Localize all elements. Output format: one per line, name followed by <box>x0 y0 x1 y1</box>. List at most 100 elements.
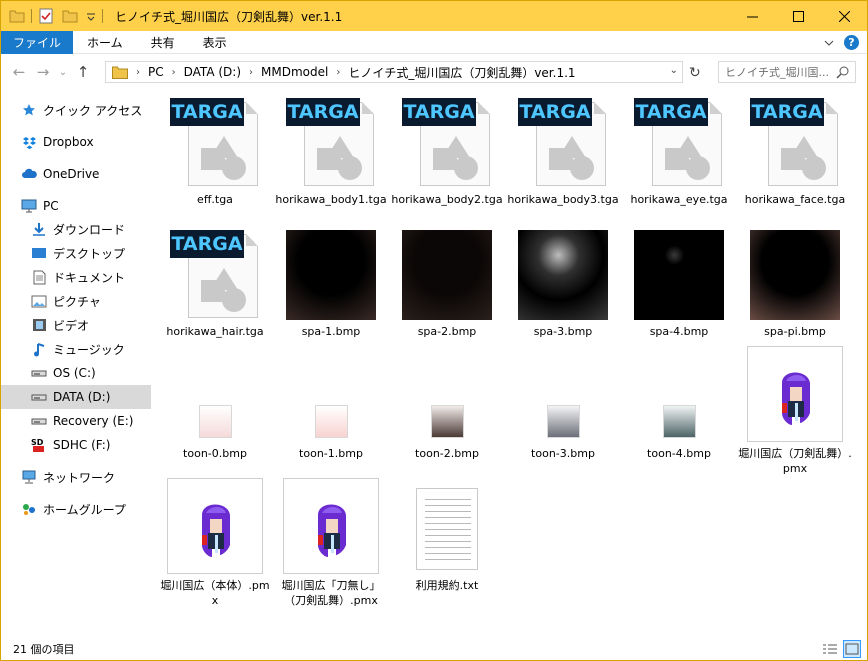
breadcrumb-separator: › <box>171 66 176 78</box>
item-count: 21 個の項目 <box>13 643 75 656</box>
refresh-icon[interactable]: ↻ <box>689 65 701 81</box>
file-item[interactable]: 堀川国広（刀剣乱舞）.pmx <box>738 346 852 476</box>
sidebar-item-8[interactable]: ビデオ <box>1 313 151 337</box>
file-item[interactable]: spa-3.bmp <box>506 230 620 339</box>
search-icon[interactable] <box>836 65 850 79</box>
download-icon <box>31 221 47 237</box>
sidebar-item-14[interactable]: ネットワーク <box>1 465 151 489</box>
maximize-button[interactable] <box>775 1 821 31</box>
sphere-map-thumbnail <box>286 230 376 320</box>
title-bar: ヒノイチ式_堀川国広（刀剣乱舞）ver.1.1 <box>1 1 867 31</box>
file-name: horikawa_face.tga <box>744 193 846 206</box>
file-item[interactable]: spa-2.bmp <box>390 230 504 339</box>
targa-file-icon: TARGA <box>634 98 724 188</box>
help-icon[interactable]: ? <box>844 35 859 50</box>
sphere-image <box>402 230 492 320</box>
tab-file[interactable]: ファイル <box>1 30 74 54</box>
sidebar-item-label: OneDrive <box>43 167 100 181</box>
sidebar-item-12[interactable]: Recovery (E:) <box>1 409 151 433</box>
large-icons-view-icon <box>845 643 859 655</box>
forward-icon[interactable]: → <box>31 63 55 81</box>
file-item[interactable]: 堀川国広「刀無し」（刀剣乱舞）.pmx <box>274 478 388 608</box>
file-item[interactable]: TARGA eff.tga <box>158 98 272 207</box>
toon-texture-thumbnail <box>546 346 580 442</box>
breadcrumb-separator: › <box>336 66 341 78</box>
sidebar-item-label: ダウンロード <box>53 222 126 237</box>
search-input[interactable]: ヒノイチ式_堀川国... <box>718 61 856 83</box>
navigation-pane: クイック アクセス Dropbox OneDrive PC ダウンロードデスクトップ ドキ… <box>1 90 151 635</box>
sidebar-item-2[interactable]: OneDrive <box>1 162 151 186</box>
large-icons-view-button[interactable] <box>843 640 861 658</box>
breadcrumb-data-drive[interactable]: DATA (D:) <box>184 65 241 79</box>
properties-icon[interactable] <box>38 8 54 24</box>
breadcrumb-separator: › <box>249 66 253 78</box>
minimize-button[interactable] <box>729 1 775 31</box>
targa-badge: TARGA <box>402 98 476 126</box>
sidebar-item-13[interactable]: SD SDHC (F:) <box>1 433 151 457</box>
address-dropdown-icon[interactable]: ⌄ <box>670 65 678 76</box>
sidebar-item-label: ミュージック <box>53 342 125 357</box>
sidebar-item-6[interactable]: ドキュメント <box>1 265 151 289</box>
file-item[interactable]: toon-2.bmp <box>390 346 504 461</box>
tab-view[interactable]: 表示 <box>189 31 241 54</box>
file-name: 堀川国広「刀無し」（刀剣乱舞）.pmx <box>281 579 381 607</box>
file-item[interactable]: TARGA horikawa_body1.tga <box>274 98 388 207</box>
sidebar-item-3[interactable]: PC <box>1 194 151 218</box>
back-icon[interactable]: ← <box>7 63 31 81</box>
sphere-map-thumbnail <box>518 230 608 320</box>
sidebar-item-0[interactable]: クイック アクセス <box>1 98 151 122</box>
sidebar-item-15[interactable]: ホームグループ <box>1 497 151 521</box>
breadcrumb-mmdmodel[interactable]: MMDmodel <box>261 65 328 79</box>
file-item[interactable]: TARGA horikawa_body3.tga <box>506 98 620 207</box>
file-item[interactable]: TARGA horikawa_eye.tga <box>622 98 736 207</box>
file-name: horikawa_eye.tga <box>630 193 728 206</box>
sidebar-item-label: ピクチャ <box>53 294 101 309</box>
sidebar-item-1[interactable]: Dropbox <box>1 130 151 154</box>
file-name: spa-pi.bmp <box>764 325 826 338</box>
chevron-down-icon[interactable] <box>86 8 96 24</box>
file-item[interactable]: TARGA horikawa_hair.tga <box>158 230 272 339</box>
tab-share[interactable]: 共有 <box>137 31 189 54</box>
toon-texture-thumbnail <box>198 346 232 442</box>
search-placeholder: ヒノイチ式_堀川国... <box>725 66 829 79</box>
file-item[interactable]: spa-4.bmp <box>622 230 736 339</box>
tab-home[interactable]: ホーム <box>73 31 137 54</box>
address-bar[interactable]: › PC › DATA (D:) › MMDmodel › ヒノイチ式_堀川国広… <box>105 61 683 83</box>
music-icon <box>31 341 47 357</box>
file-item[interactable]: TARGA horikawa_body2.tga <box>390 98 504 207</box>
file-item[interactable]: 利用規約.txt <box>390 478 504 593</box>
sidebar-item-7[interactable]: ピクチャ <box>1 289 151 313</box>
file-item[interactable]: toon-1.bmp <box>274 346 388 461</box>
maximize-icon <box>792 10 804 22</box>
sidebar-item-11[interactable]: DATA (D:) <box>1 385 151 409</box>
video-icon <box>31 317 47 333</box>
network-icon <box>21 469 37 485</box>
breadcrumb-pc[interactable]: PC <box>148 65 164 79</box>
file-item[interactable]: toon-4.bmp <box>622 346 736 461</box>
breadcrumb-current-folder[interactable]: ヒノイチ式_堀川国広（刀剣乱舞）ver.1.1 <box>348 64 575 81</box>
file-item[interactable]: toon-3.bmp <box>506 346 620 461</box>
targa-badge: TARGA <box>750 98 824 126</box>
file-name: eff.tga <box>197 193 233 206</box>
sidebar-item-4[interactable]: ダウンロード <box>1 217 151 241</box>
expand-ribbon-icon[interactable] <box>824 38 834 48</box>
up-icon[interactable]: ↑ <box>71 63 95 81</box>
file-item[interactable]: toon-0.bmp <box>158 346 272 461</box>
file-item[interactable]: 堀川国広（本体）.pmx <box>158 478 272 608</box>
new-folder-icon[interactable] <box>62 8 78 24</box>
svg-text:SD: SD <box>31 438 44 447</box>
file-item[interactable]: TARGA horikawa_face.tga <box>738 98 852 207</box>
file-item[interactable]: spa-1.bmp <box>274 230 388 339</box>
recent-locations-icon[interactable]: ⌄ <box>55 67 71 78</box>
sidebar-item-10[interactable]: OS (C:) <box>1 361 151 385</box>
sidebar-item-label: OS (C:) <box>53 366 96 380</box>
file-item[interactable]: spa-pi.bmp <box>738 230 852 339</box>
file-name: horikawa_hair.tga <box>166 325 264 338</box>
sidebar-item-9[interactable]: ミュージック <box>1 337 151 361</box>
model-preview-thumbnail <box>167 478 263 574</box>
details-view-button[interactable] <box>821 640 839 658</box>
drive-icon <box>31 389 47 405</box>
drive-icon <box>31 413 47 429</box>
close-button[interactable] <box>821 1 867 31</box>
sidebar-item-5[interactable]: デスクトップ <box>1 241 151 265</box>
